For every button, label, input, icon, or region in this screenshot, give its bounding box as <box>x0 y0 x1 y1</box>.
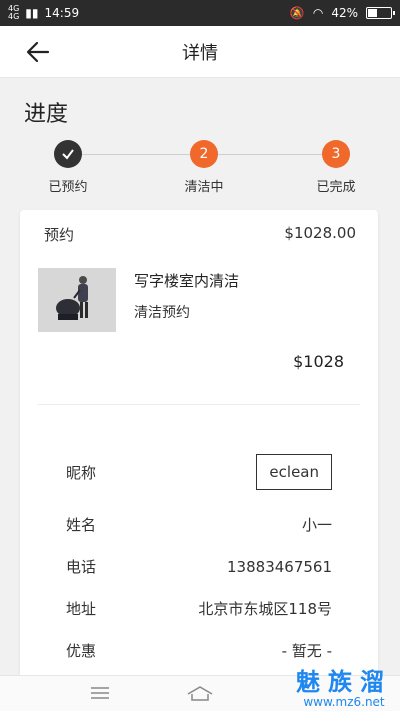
address-label: 地址 <box>66 600 97 618</box>
step-2-label: 清洁中 <box>184 180 224 195</box>
system-nav-bar: 魅族溜 www.mz6.net <box>0 668 400 711</box>
check-icon <box>62 149 74 160</box>
discount-value: - 暂无 - <box>281 642 332 660</box>
order-total: $1028.00 <box>284 224 356 242</box>
back-arrow-icon[interactable] <box>24 40 52 64</box>
service-type: 清洁预约 <box>134 305 190 321</box>
step-3-label: 已完成 <box>316 180 356 195</box>
battery-text: 42% <box>331 6 358 20</box>
status-bar: 4G 4G ▮▮ 14:59 🔕 ◠ 42% <box>0 0 400 26</box>
phone-label: 电话 <box>66 558 97 576</box>
nickname-value: eclean <box>256 454 332 490</box>
info-row-phone: 电话 13883467561 <box>66 556 332 577</box>
info-row-discount: 优惠 - 暂无 - <box>66 640 332 661</box>
battery-fill <box>368 9 378 17</box>
battery-icon <box>366 7 395 19</box>
card-divider <box>38 404 360 405</box>
step-3-number: 3 <box>331 146 341 162</box>
watermark: 魅族溜 www.mz6.net <box>296 662 392 709</box>
service-thumbnail <box>38 268 116 332</box>
service-price: $1028 <box>293 352 344 371</box>
network-indicator: 4G 4G <box>8 5 19 21</box>
status-left: 4G 4G ▮▮ 14:59 <box>8 5 79 21</box>
step-3-circle: 3 <box>322 140 350 168</box>
nav-bar: 详情 <box>0 26 400 78</box>
order-card: 预约 $1028.00 写字楼室内清洁 清洁预约 $1028 昵称 eclean… <box>20 210 378 690</box>
signal-icon: ▮▮ <box>25 6 39 20</box>
menu-icon[interactable] <box>90 686 110 700</box>
info-row-nickname: 昵称 eclean <box>66 454 332 490</box>
page-title: 详情 <box>182 42 218 64</box>
progress-steps: 2 3 已预约 清洁中 已完成 <box>0 140 400 200</box>
step-connector-1 <box>82 154 190 155</box>
discount-label: 优惠 <box>66 642 97 660</box>
order-summary: 预约 $1028.00 <box>44 224 356 245</box>
name-value: 小一 <box>301 516 332 534</box>
step-1-circle <box>54 140 82 168</box>
step-connector-2 <box>218 154 322 155</box>
phone-value: 13883467561 <box>227 557 332 576</box>
address-value: 北京市东城区118号 <box>198 600 332 618</box>
home-icon[interactable] <box>186 684 214 702</box>
info-row-name: 姓名 小一 <box>66 514 332 535</box>
step-1-label: 已预约 <box>48 180 88 195</box>
status-right: 🔕 ◠ 42% <box>289 6 395 20</box>
cleaning-machine-image <box>38 268 116 332</box>
service-name: 写字楼室内清洁 <box>134 272 240 290</box>
info-row-address: 地址 北京市东城区118号 <box>66 598 332 619</box>
network-label-2: 4G <box>8 12 20 21</box>
mute-icon: 🔕 <box>289 6 305 20</box>
nickname-label: 昵称 <box>66 463 97 482</box>
name-label: 姓名 <box>66 516 97 534</box>
watermark-title: 魅族溜 <box>296 668 392 696</box>
wifi-icon: ◠ <box>312 6 324 20</box>
order-label: 预约 <box>44 226 75 244</box>
status-time: 14:59 <box>44 6 80 20</box>
watermark-url: www.mz6.net <box>303 695 385 709</box>
step-2-number: 2 <box>199 146 209 162</box>
progress-title: 进度 <box>24 102 69 127</box>
step-2-circle: 2 <box>190 140 218 168</box>
